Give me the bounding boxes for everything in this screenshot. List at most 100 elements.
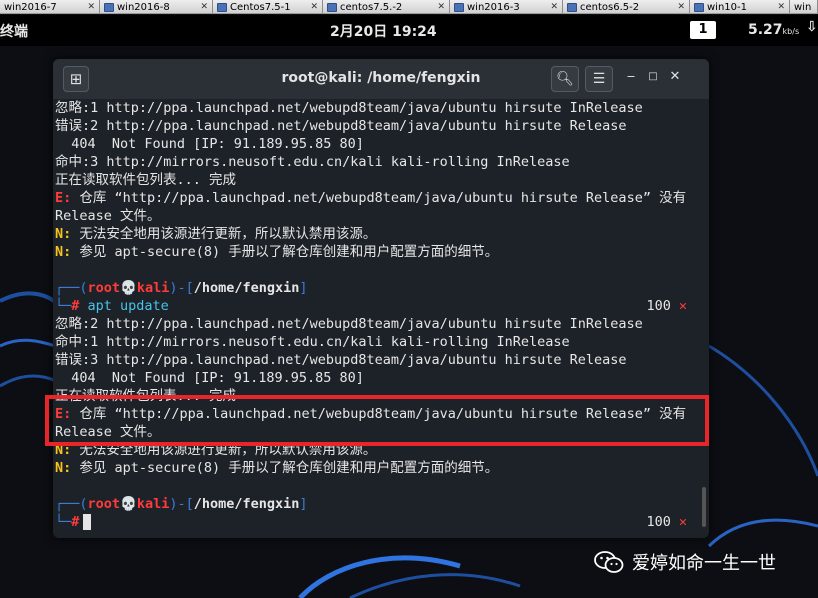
terminal-titlebar[interactable]: ⊞ root@kali: /home/fengxin 🔍︎ ☰ ‒ □ ✕: [53, 59, 709, 99]
terminal-window[interactable]: ⊞ root@kali: /home/fengxin 🔍︎ ☰ ‒ □ ✕ 忽略…: [53, 59, 709, 538]
prompt-mid: )-[: [169, 496, 194, 512]
vm-tab-label: win2016-7: [4, 1, 57, 13]
workspace-indicator[interactable]: 1: [690, 21, 716, 39]
notice-prefix: N:: [55, 244, 72, 260]
prompt-close: ]: [299, 280, 308, 296]
scrollbar[interactable]: [702, 487, 706, 527]
vm-tab-label: win2016-8: [117, 1, 170, 13]
output-line: 正在读取软件包列表... 完成: [55, 172, 237, 188]
notice-prefix: N:: [55, 460, 72, 476]
close-icon[interactable]: ✕: [310, 2, 318, 12]
vm-tab-label: win2016-3: [467, 1, 520, 13]
download-arrow-icon: ⇩: [806, 19, 818, 35]
maximize-button[interactable]: □: [645, 71, 661, 82]
output-line-notice: N: 参见 apt-secure(8) 手册以了解仓库创建和用户配置方面的细节。: [55, 459, 498, 477]
notice-text: 无法安全地用该源进行更新，所以默认禁用该源。: [71, 226, 377, 242]
vm-tab[interactable]: win10-1 ✕: [690, 0, 790, 13]
clock[interactable]: 2月20日 19:24: [330, 21, 437, 41]
output-line: 命中:3 http://mirrors.neusoft.edu.cn/kali …: [55, 154, 570, 170]
vm-tab-label: win: [794, 1, 812, 13]
highlight-box: [45, 395, 709, 446]
vm-tab[interactable]: win2016-7 ✕: [0, 0, 100, 13]
prompt-open: ┌──(: [55, 280, 88, 296]
text-cursor: [83, 514, 92, 530]
vm-tab-label: win10-1: [707, 1, 747, 13]
prompt-open: ┌──(: [55, 496, 88, 512]
error-x-icon: ✕: [678, 298, 687, 314]
watermark: 爱婷如命一生一世: [594, 549, 776, 575]
prompt-close: ]: [299, 496, 308, 512]
output-line: 404 Not Found [IP: 91.189.95.85 80]: [55, 136, 364, 152]
output-line: 错误:3 http://ppa.launchpad.net/webupd8tea…: [55, 352, 627, 368]
prompt-path: /home/fengxin: [193, 280, 300, 296]
close-button[interactable]: ✕: [667, 69, 683, 84]
vm-icon: [104, 2, 114, 12]
output-line: Release 文件。: [55, 208, 161, 224]
notice-text: 参见 apt-secure(8) 手册以了解仓库创建和用户配置方面的细节。: [71, 460, 499, 476]
error-text: 仓库 “http://ppa.launchpad.net/webupd8team…: [71, 190, 687, 206]
close-icon[interactable]: ✕: [677, 2, 685, 12]
output-line-notice: N: 参见 apt-secure(8) 手册以了解仓库创建和用户配置方面的细节。: [55, 243, 498, 261]
command-line[interactable]: └─#: [55, 513, 92, 531]
prompt-user: root💀kali: [87, 280, 170, 296]
watermark-text: 爱婷如命一生一世: [632, 553, 776, 574]
prompt-hash: #: [71, 514, 80, 530]
close-icon[interactable]: ✕: [87, 2, 95, 12]
prompt-user: root💀kali: [87, 496, 170, 512]
vm-tab[interactable]: win2016-8 ✕: [100, 0, 213, 13]
vm-tab-label: centos7.5.-2: [340, 1, 403, 13]
vm-tab-label: centos6.5-2: [580, 1, 640, 13]
command-line: └─# apt update: [55, 297, 169, 315]
exit-code: 100: [646, 298, 671, 314]
prompt-arrow: └─: [55, 298, 72, 314]
output-line: 忽略:2 http://ppa.launchpad.net/webupd8tea…: [55, 316, 643, 332]
system-top-bar: 终端 2月20日 19:24 1 5.27kb/s ⇩: [0, 15, 818, 46]
vm-tab-label: Centos7.5-1: [230, 1, 291, 13]
prompt-line: ┌──(root💀kali)-[/home/fengxin]: [55, 279, 308, 297]
vm-tab[interactable]: centos7.5.-2 ✕: [323, 0, 450, 13]
prompt-arrow: └─: [55, 514, 72, 530]
vm-tab-strip: win2016-7 ✕ win2016-8 ✕ Centos7.5-1 ✕ ce…: [0, 0, 818, 14]
wechat-icon: [594, 551, 624, 573]
output-line: 404 Not Found [IP: 91.189.95.85 80]: [55, 370, 364, 386]
error-prefix: E:: [55, 190, 72, 206]
error-x-icon: ✕: [678, 514, 687, 530]
command-text: apt update: [79, 298, 169, 314]
minimize-button[interactable]: ‒: [623, 69, 639, 84]
network-speed[interactable]: 5.27kb/s: [748, 22, 799, 38]
minimize-icon: ‒: [626, 69, 636, 84]
vm-tab[interactable]: centos6.5-2 ✕: [563, 0, 690, 13]
prompt-line: ┌──(root💀kali)-[/home/fengxin]: [55, 495, 308, 513]
vm-icon: [567, 2, 577, 12]
vm-icon: [454, 2, 464, 12]
app-name[interactable]: 终端: [0, 21, 28, 41]
notice-text: 参见 apt-secure(8) 手册以了解仓库创建和用户配置方面的细节。: [71, 244, 499, 260]
search-icon: 🔍︎: [556, 71, 574, 87]
notice-prefix: N:: [55, 226, 72, 242]
close-icon[interactable]: ✕: [437, 2, 445, 12]
close-icon[interactable]: ✕: [200, 2, 208, 12]
close-icon: ✕: [669, 69, 681, 84]
close-icon[interactable]: ✕: [550, 2, 558, 12]
network-speed-unit: kb/s: [782, 27, 800, 36]
vm-tab[interactable]: win2016-3 ✕: [450, 0, 563, 13]
hamburger-menu-icon: ☰: [592, 71, 606, 87]
output-line-error: E: 仓库 “http://ppa.launchpad.net/webupd8t…: [55, 189, 686, 207]
vm-tab[interactable]: Centos7.5-1 ✕: [213, 0, 323, 13]
exit-status: 100 ✕: [646, 513, 687, 531]
menu-button[interactable]: ☰: [585, 66, 613, 92]
output-line-notice: N: 无法安全地用该源进行更新，所以默认禁用该源。: [55, 225, 376, 243]
terminal-output[interactable]: 忽略:1 http://ppa.launchpad.net/webupd8tea…: [53, 99, 709, 538]
output-line: 忽略:1 http://ppa.launchpad.net/webupd8tea…: [55, 100, 643, 116]
vm-icon: [327, 2, 337, 12]
close-icon[interactable]: ✕: [777, 2, 785, 12]
vm-tab[interactable]: win: [790, 0, 818, 13]
search-button[interactable]: 🔍︎: [551, 66, 579, 92]
prompt-path: /home/fengxin: [193, 496, 300, 512]
output-line: 错误:2 http://ppa.launchpad.net/webupd8tea…: [55, 118, 627, 134]
output-line: 命中:1 http://mirrors.neusoft.edu.cn/kali …: [55, 334, 570, 350]
vm-icon: [217, 2, 227, 12]
prompt-mid: )-[: [169, 280, 194, 296]
vm-icon: [694, 2, 704, 12]
maximize-icon: □: [648, 71, 658, 82]
